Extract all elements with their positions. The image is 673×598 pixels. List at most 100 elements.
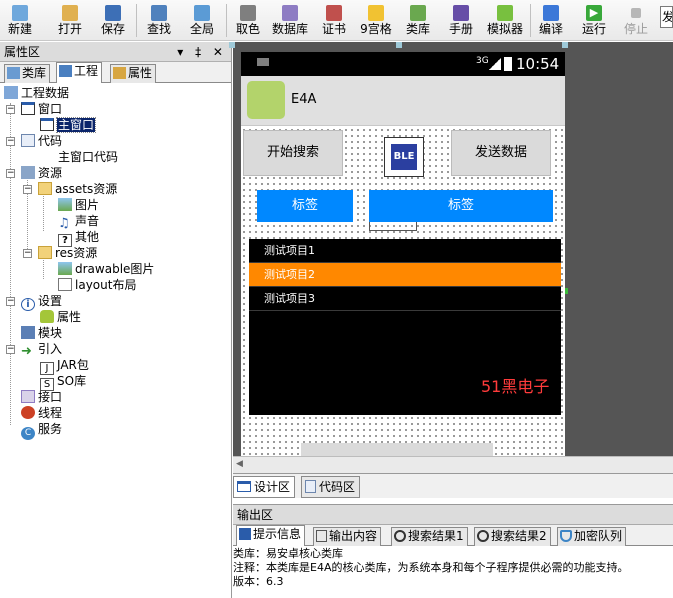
clock: 10:54 (516, 55, 560, 73)
tree-item-import[interactable]: ➜ 引入 (21, 341, 62, 358)
shield-icon (560, 530, 572, 542)
network-type: 3G (476, 56, 489, 66)
tree-item-thread[interactable]: 线程 (21, 405, 62, 421)
scroll-left-arrow-icon[interactable]: ◀ (236, 459, 243, 469)
toolbar-search-box[interactable]: 发 (660, 6, 673, 28)
window-icon (40, 118, 54, 131)
tree-item-code[interactable]: 代码 (21, 133, 62, 149)
status-bar: 3G 10:54 (241, 52, 565, 76)
ble-image-frame[interactable]: BLE (384, 137, 424, 177)
properties-tab-icon (113, 67, 126, 79)
tree-item-sounds[interactable]: ♫ 声音 (58, 213, 99, 230)
output-line: 类库：易安卓核心类库 (233, 547, 343, 560)
e4a-app-icon (247, 81, 285, 119)
panel-controls[interactable]: ▾ ‡ ✕ (177, 42, 227, 62)
main-toolbar: 新建 打开 保存 查找 全局 取色 数据库 证书 9宫格 类库 手册 模拟器 编… (0, 0, 673, 41)
nine-grid-button[interactable]: 9宫格 (358, 2, 394, 39)
tree-item-assets[interactable]: assets资源 (38, 181, 117, 197)
library-tab-icon (7, 67, 20, 79)
tree-item-layout[interactable]: layout布局 (58, 277, 136, 293)
compile-button[interactable]: 编译 (535, 2, 567, 39)
collapse-toggle[interactable]: − (6, 105, 15, 114)
signal-icon (489, 58, 501, 70)
color-pick-button[interactable]: 取色 (232, 2, 264, 39)
certificate-button[interactable]: 证书 (318, 2, 350, 39)
project-tab-icon (59, 65, 72, 77)
ble-icon: BLE (391, 144, 417, 170)
find-button[interactable]: 查找 (143, 2, 175, 39)
tree-item-window[interactable]: 窗口 (21, 101, 62, 117)
tree-item-resources[interactable]: 资源 (21, 165, 62, 181)
list-item[interactable]: 测试项目3 (249, 287, 561, 311)
collapse-toggle[interactable]: − (23, 249, 32, 258)
form-canvas: 开始搜索 BLE 发送数据 标签 标签 测试项目1 测试项目2 测试项目3 51… (241, 127, 565, 456)
tree-item-main-window[interactable]: 主窗口 (40, 117, 97, 133)
new-button[interactable]: 新建 (4, 2, 36, 39)
tree-item-module[interactable]: 模块 (21, 325, 62, 341)
run-button[interactable]: ▶ 运行 (578, 2, 610, 39)
horizontal-scrollbar[interactable]: ◀ (233, 456, 673, 473)
resize-handle[interactable] (229, 42, 235, 48)
resize-handle[interactable] (396, 42, 402, 48)
app-title: E4A (291, 92, 317, 107)
database-button[interactable]: 数据库 (270, 2, 310, 39)
resize-handle[interactable] (562, 42, 568, 48)
list-item[interactable]: 测试项目1 (249, 239, 561, 263)
find-magnifier-icon (151, 5, 167, 21)
tab-tips[interactable]: 提示信息 (236, 525, 306, 546)
tree-item-settings[interactable]: i 设置 (21, 293, 62, 311)
tree-item-properties[interactable]: 属性 (40, 309, 81, 325)
compile-icon (543, 5, 559, 21)
tree-item-main-window-code[interactable]: 主窗口代码 (58, 149, 118, 165)
global-search-icon (194, 5, 210, 21)
panel-tabs: 类库 工程 属性 (0, 62, 231, 83)
start-search-button[interactable]: 开始搜索 (243, 130, 343, 176)
tab-properties[interactable]: 属性 (110, 64, 157, 83)
design-tabs: 设计区 代码区 (233, 473, 673, 498)
tree-item-so[interactable]: S SO库 (40, 373, 86, 391)
list-view[interactable]: 测试项目1 测试项目2 测试项目3 51黑电子 (249, 239, 561, 415)
label-left: 标签 (257, 190, 353, 222)
tree-item-other[interactable]: ? 其他 (58, 229, 99, 247)
tree-item-images[interactable]: 图片 (58, 197, 99, 213)
design-area: 3G 10:54 E4A 开始搜索 BLE 发送数据 标签 标签 测试项目1 测… (229, 42, 673, 456)
window-icon (21, 102, 35, 115)
send-data-button[interactable]: 发送数据 (451, 130, 551, 176)
tree-item-res[interactable]: res资源 (38, 245, 97, 261)
save-button[interactable]: 保存 (97, 2, 129, 39)
manual-button[interactable]: 手册 (445, 2, 477, 39)
open-button[interactable]: 打开 (54, 2, 86, 39)
collapse-toggle[interactable]: − (23, 185, 32, 194)
tab-code[interactable]: 代码区 (301, 476, 361, 498)
tab-project[interactable]: 工程 (56, 62, 103, 83)
tab-search-result-2[interactable]: 搜索结果2 (474, 527, 551, 546)
run-play-icon: ▶ (586, 5, 602, 21)
toolbar-separator (530, 4, 531, 37)
search-icon (477, 530, 489, 542)
collapse-toggle[interactable]: − (6, 345, 15, 354)
hidden-control[interactable] (369, 222, 417, 231)
bottom-control[interactable] (301, 443, 493, 456)
global-button[interactable]: 全局 (186, 2, 218, 39)
tab-library[interactable]: 类库 (4, 64, 51, 83)
collapse-toggle[interactable]: − (6, 137, 15, 146)
collapse-toggle[interactable]: − (6, 297, 15, 306)
tab-output-content[interactable]: 输出内容 (313, 527, 382, 546)
emulator-button[interactable]: 模拟器 (485, 2, 525, 39)
library-button[interactable]: 类库 (402, 2, 434, 39)
tree-item-project-data[interactable]: 工程数据 (4, 85, 69, 101)
tab-search-result-1[interactable]: 搜索结果1 (391, 527, 468, 546)
module-icon (21, 326, 35, 339)
collapse-toggle[interactable]: − (6, 169, 15, 178)
tree-item-interface[interactable]: 接口 (21, 389, 62, 405)
service-icon: C (21, 427, 35, 440)
tree-item-jar[interactable]: J JAR包 (40, 357, 89, 375)
search-icon (394, 530, 406, 542)
tree-item-drawable[interactable]: drawable图片 (58, 261, 154, 277)
tab-design[interactable]: 设计区 (233, 476, 296, 498)
list-item[interactable]: 测试项目2 (249, 263, 561, 287)
interface-icon (21, 390, 35, 403)
stop-button[interactable]: 停止 (620, 2, 652, 39)
tree-item-service[interactable]: C 服务 (21, 421, 62, 440)
tab-encrypt-queue[interactable]: 加密队列 (557, 527, 627, 546)
